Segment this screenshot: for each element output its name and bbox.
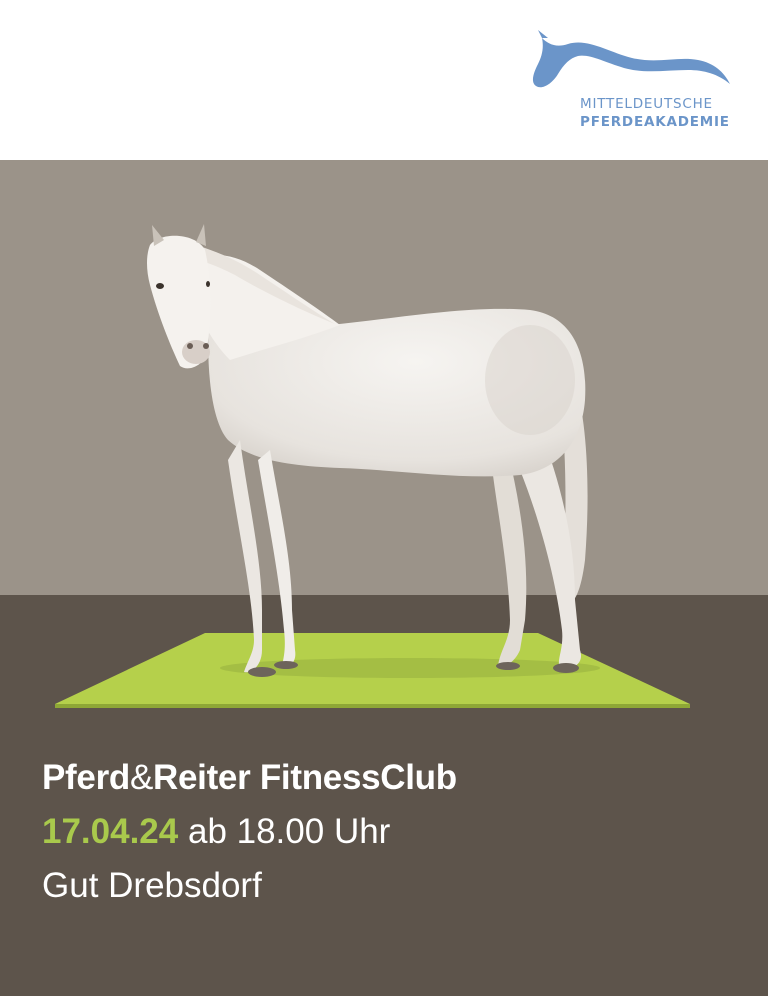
event-date-time: 17.04.24 ab 18.00 Uhr: [42, 812, 390, 852]
header: MITTELDEUTSCHE PFERDEAKADEMIE: [0, 0, 768, 160]
event-title-part1: Pferd: [42, 758, 130, 797]
white-horse: [147, 224, 588, 677]
horse-photo: [55, 224, 690, 708]
logo-text-line1: MITTELDEUTSCHE: [580, 96, 713, 112]
horse-head-logo-icon: [532, 30, 730, 88]
event-date: 17.04.24: [42, 812, 179, 851]
event-time: ab 18.00 Uhr: [178, 812, 391, 851]
logo-text-line2: PFERDEAKADEMIE: [580, 114, 730, 130]
event-title-ampersand: &: [129, 758, 154, 797]
brand-logo[interactable]: MITTELDEUTSCHE PFERDEAKADEMIE: [528, 30, 738, 140]
event-title-part2: Reiter FitnessClub: [153, 758, 457, 797]
event-title: Pferd&Reiter FitnessClub: [42, 758, 457, 798]
event-location: Gut Drebsdorf: [42, 866, 262, 905]
